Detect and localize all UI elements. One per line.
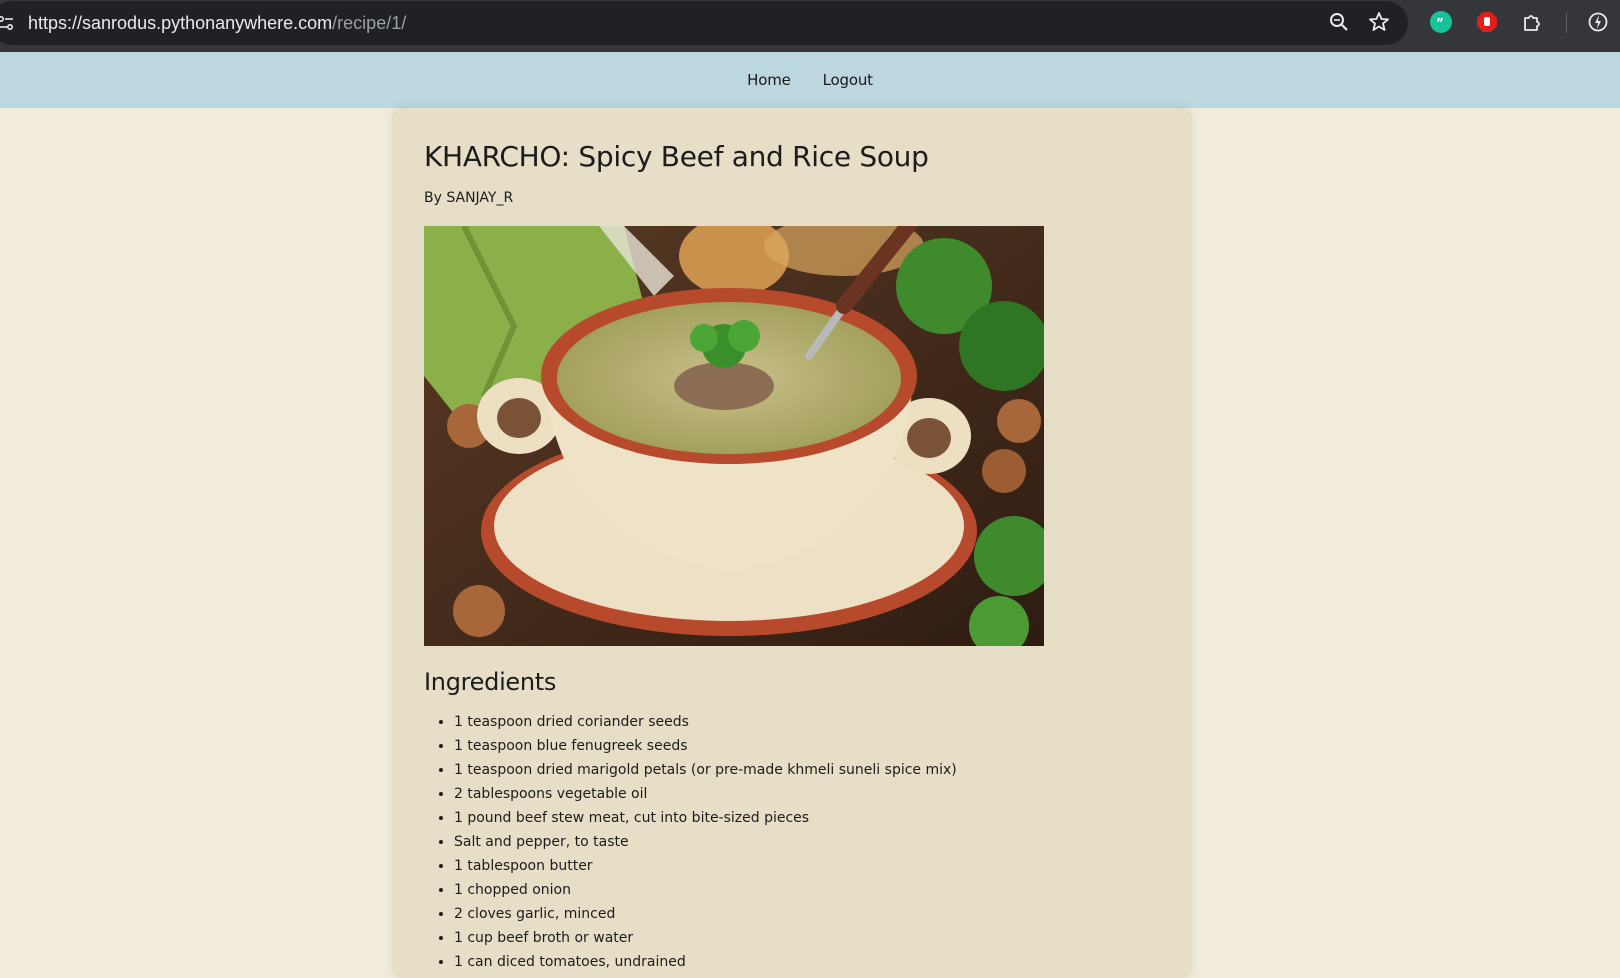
ingredient-item: 1 tablespoon butter — [454, 854, 1154, 878]
ingredient-item: 1 teaspoon dried coriander seeds — [454, 710, 1154, 734]
performance-icon[interactable] — [1586, 10, 1610, 34]
address-bar[interactable]: https://sanrodus.pythonanywhere.com/reci… — [0, 1, 1408, 45]
zoom-icon[interactable] — [1327, 10, 1351, 34]
ingredient-item: 2 cloves garlic, minced — [454, 902, 1154, 926]
nav-home-link[interactable]: Home — [747, 71, 791, 89]
nav-logout-link[interactable]: Logout — [823, 71, 873, 89]
svg-text:”: ” — [1436, 16, 1444, 30]
ingredient-item: 1 teaspoon blue fenugreek seeds — [454, 734, 1154, 758]
ingredient-item: 1 chopped onion — [454, 878, 1154, 902]
ingredient-item: 1 pound beef stew meat, cut into bite-si… — [454, 806, 1154, 830]
recipe-card: KHARCHO: Spicy Beef and Rice Soup By SAN… — [392, 108, 1192, 978]
recipe-author: By SANJAY_R — [424, 190, 514, 206]
recipe-title: KHARCHO: Spicy Beef and Rice Soup — [424, 140, 929, 173]
site-navbar: Home Logout — [0, 52, 1620, 108]
ingredient-item: 2 tablespoons vegetable oil — [454, 782, 1154, 806]
soup-bowl-illustration — [424, 226, 1044, 646]
ingredient-item: Salt and pepper, to taste — [454, 830, 1154, 854]
url-host: https://sanrodus.pythonanywhere.com — [28, 13, 333, 33]
grammarly-extension-icon[interactable]: ” — [1430, 11, 1452, 33]
ingredient-item: 1 teaspoon dried marigold petals (or pre… — [454, 758, 1154, 782]
ingredients-list: 1 teaspoon dried coriander seeds 1 teasp… — [454, 710, 1154, 974]
browser-toolbar: https://sanrodus.pythonanywhere.com/reci… — [0, 0, 1620, 52]
ingredient-item: 1 can diced tomatoes, undrained — [454, 950, 1154, 974]
extensions-puzzle-icon[interactable] — [1520, 10, 1544, 34]
ingredient-item: 1 cup beef broth or water — [454, 926, 1154, 950]
url-path: /recipe/1/ — [332, 13, 407, 33]
ingredients-heading: Ingredients — [424, 668, 557, 696]
site-info-icon[interactable] — [0, 13, 16, 33]
recipe-photo — [424, 226, 1044, 646]
star-icon[interactable] — [1367, 10, 1391, 34]
url-text[interactable]: https://sanrodus.pythonanywhere.com/reci… — [28, 13, 406, 34]
toolbar-divider — [1566, 13, 1567, 33]
adblock-extension-icon[interactable] — [1476, 11, 1498, 33]
